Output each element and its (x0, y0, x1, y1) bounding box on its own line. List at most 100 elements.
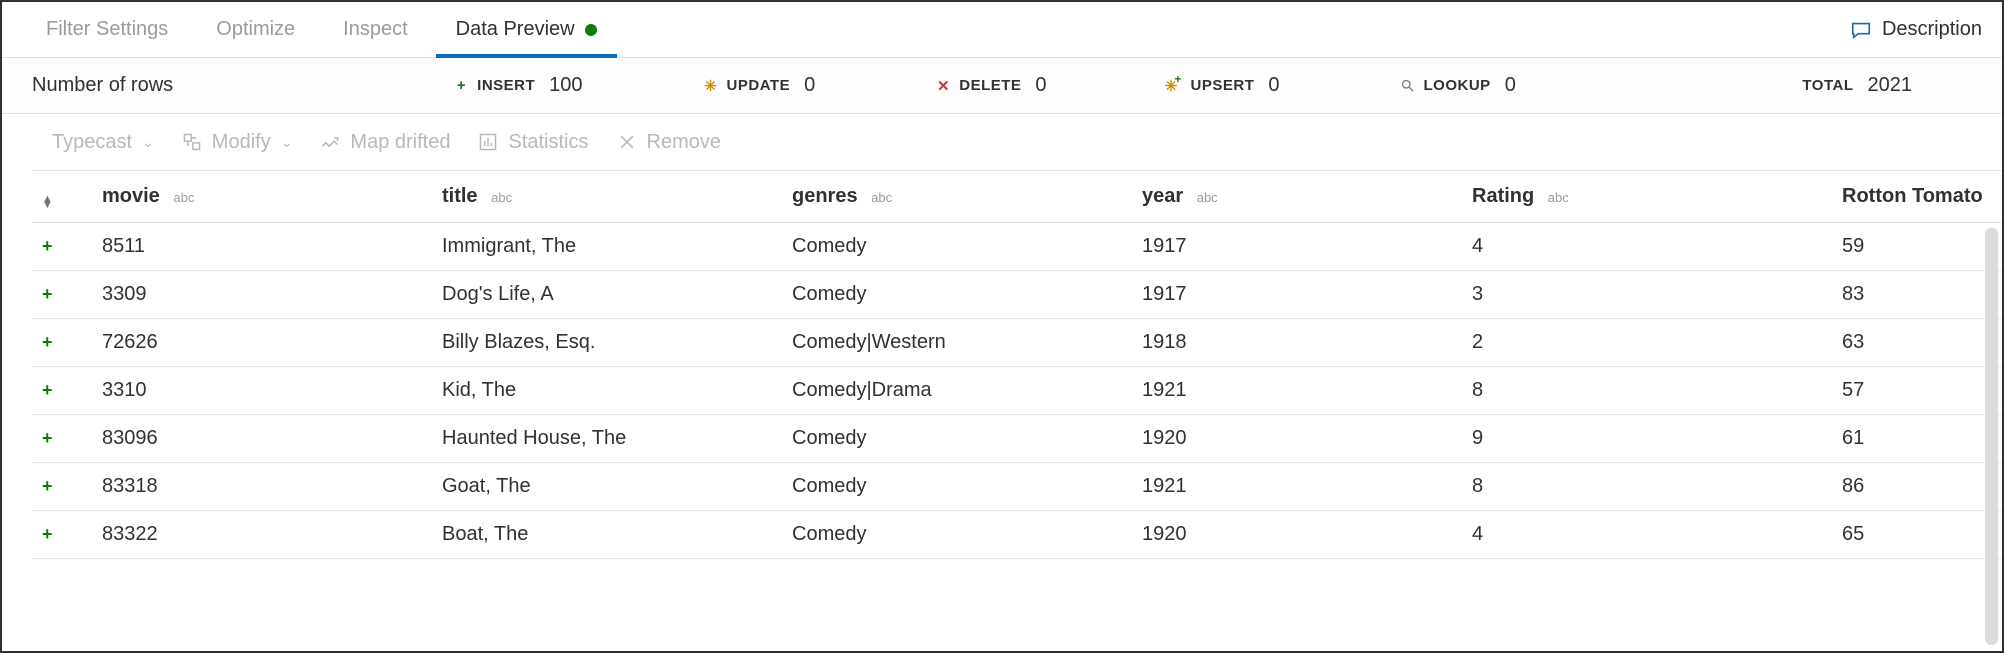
cell-year: 1920 (1132, 511, 1462, 559)
button-label: Modify (212, 131, 271, 154)
plus-icon: + (453, 78, 469, 94)
stat-label: INSERT (477, 77, 535, 94)
tab-label: Inspect (343, 18, 407, 41)
row-status-cell: + (32, 415, 92, 463)
cell-movie: 3310 (92, 367, 432, 415)
app-frame: Filter Settings Optimize Inspect Data Pr… (0, 0, 2004, 653)
tab-label: Filter Settings (46, 18, 168, 41)
table-row[interactable]: +3309Dog's Life, AComedy1917383 (32, 271, 2002, 319)
cell-title: Kid, The (432, 367, 782, 415)
plus-icon: + (42, 428, 53, 448)
row-status-cell: + (32, 511, 92, 559)
column-type: abc (1548, 190, 1569, 205)
stat-value: 100 (549, 74, 582, 97)
tab-filter-settings[interactable]: Filter Settings (22, 2, 192, 57)
row-status-cell: + (32, 319, 92, 367)
column-header-rotton-tomato[interactable]: Rotton Tomato (1832, 171, 2002, 223)
column-header-rating[interactable]: Rating abc (1462, 171, 1832, 223)
column-header-title[interactable]: title abc (432, 171, 782, 223)
cell-genres: Comedy (782, 415, 1132, 463)
cell-movie: 72626 (92, 319, 432, 367)
cell-year: 1920 (1132, 415, 1462, 463)
cell-genres: Comedy|Drama (782, 367, 1132, 415)
statistics-button[interactable]: Statistics (478, 131, 588, 154)
scrollbar-thumb[interactable] (1985, 228, 1998, 645)
cell-title: Billy Blazes, Esq. (432, 319, 782, 367)
description-button[interactable]: Description (1850, 18, 1982, 41)
sort-column-header[interactable]: ▲▼ (32, 171, 92, 223)
stat-label: TOTAL (1802, 77, 1853, 94)
column-name: movie (102, 185, 160, 207)
button-label: Typecast (52, 131, 132, 154)
chevron-down-icon: ⌄ (281, 134, 293, 151)
button-label: Map drifted (350, 131, 450, 154)
modify-button[interactable]: Modify ⌄ (182, 131, 293, 154)
column-name: Rating (1472, 185, 1534, 207)
tab-data-preview[interactable]: Data Preview (432, 2, 621, 57)
cell-movie: 83318 (92, 463, 432, 511)
column-name: genres (792, 185, 858, 207)
table-row[interactable]: +72626Billy Blazes, Esq.Comedy|Western19… (32, 319, 2002, 367)
cell-rt: 59 (1832, 223, 2002, 271)
cell-genres: Comedy (782, 271, 1132, 319)
column-type: abc (173, 190, 194, 205)
stat-insert: + INSERT 100 (453, 74, 582, 97)
tab-optimize[interactable]: Optimize (192, 2, 319, 57)
table-toolbar: Typecast ⌄ Modify ⌄ Map drifted Statisti… (2, 114, 2002, 170)
column-header-year[interactable]: year abc (1132, 171, 1462, 223)
column-type: abc (871, 190, 892, 205)
remove-button[interactable]: Remove (617, 131, 721, 154)
table-header-row: ▲▼ movie abc title abc genres abc (32, 171, 2002, 223)
cell-rating: 9 (1462, 415, 1832, 463)
comment-icon (1850, 19, 1872, 41)
cell-title: Haunted House, The (432, 415, 782, 463)
column-type: abc (1197, 190, 1218, 205)
plus-icon: + (42, 284, 53, 304)
table-container: ▲▼ movie abc title abc genres abc (2, 170, 2002, 651)
cell-title: Goat, The (432, 463, 782, 511)
map-drifted-button[interactable]: Map drifted (320, 131, 450, 154)
stat-total: TOTAL 2021 (1802, 74, 1912, 97)
tab-label: Data Preview (456, 18, 575, 41)
rows-label: Number of rows (32, 74, 173, 97)
button-label: Remove (647, 131, 721, 154)
data-table: ▲▼ movie abc title abc genres abc (32, 170, 2002, 559)
plus-icon: + (42, 380, 53, 400)
tab-label: Optimize (216, 18, 295, 41)
stat-label: DELETE (959, 77, 1021, 94)
tab-inspect[interactable]: Inspect (319, 2, 431, 57)
row-status-cell: + (32, 223, 92, 271)
modify-icon (182, 132, 202, 152)
stat-label: UPDATE (727, 77, 791, 94)
table-row[interactable]: +83096Haunted House, TheComedy1920961 (32, 415, 2002, 463)
table-row[interactable]: +83322Boat, TheComedy1920465 (32, 511, 2002, 559)
column-type: abc (491, 190, 512, 205)
status-dot-icon (585, 24, 597, 36)
row-status-cell: + (32, 271, 92, 319)
column-header-movie[interactable]: movie abc (92, 171, 432, 223)
typecast-button[interactable]: Typecast ⌄ (52, 131, 154, 154)
cell-rt: 61 (1832, 415, 2002, 463)
stat-label: UPSERT (1191, 77, 1255, 94)
button-label: Statistics (508, 131, 588, 154)
table-row[interactable]: +8511Immigrant, TheComedy1917459 (32, 223, 2002, 271)
cell-rt: 57 (1832, 367, 2002, 415)
stat-delete: ✕ DELETE 0 (935, 74, 1046, 97)
table-row[interactable]: +3310Kid, TheComedy|Drama1921857 (32, 367, 2002, 415)
description-label: Description (1882, 18, 1982, 41)
stat-value: 0 (1268, 74, 1279, 97)
cell-genres: Comedy (782, 463, 1132, 511)
column-name: year (1142, 185, 1183, 207)
stats-bar: Number of rows + INSERT 100 ✳ UPDATE 0 ✕… (2, 58, 2002, 114)
stat-value: 0 (1035, 74, 1046, 97)
cell-title: Boat, The (432, 511, 782, 559)
table-row[interactable]: +83318Goat, TheComedy1921886 (32, 463, 2002, 511)
plus-icon: + (42, 332, 53, 352)
column-header-genres[interactable]: genres abc (782, 171, 1132, 223)
cell-genres: Comedy (782, 223, 1132, 271)
cell-year: 1917 (1132, 223, 1462, 271)
vertical-scrollbar[interactable] (1985, 228, 1998, 645)
cell-rating: 8 (1462, 463, 1832, 511)
x-icon: ✕ (935, 78, 951, 94)
cell-rating: 8 (1462, 367, 1832, 415)
